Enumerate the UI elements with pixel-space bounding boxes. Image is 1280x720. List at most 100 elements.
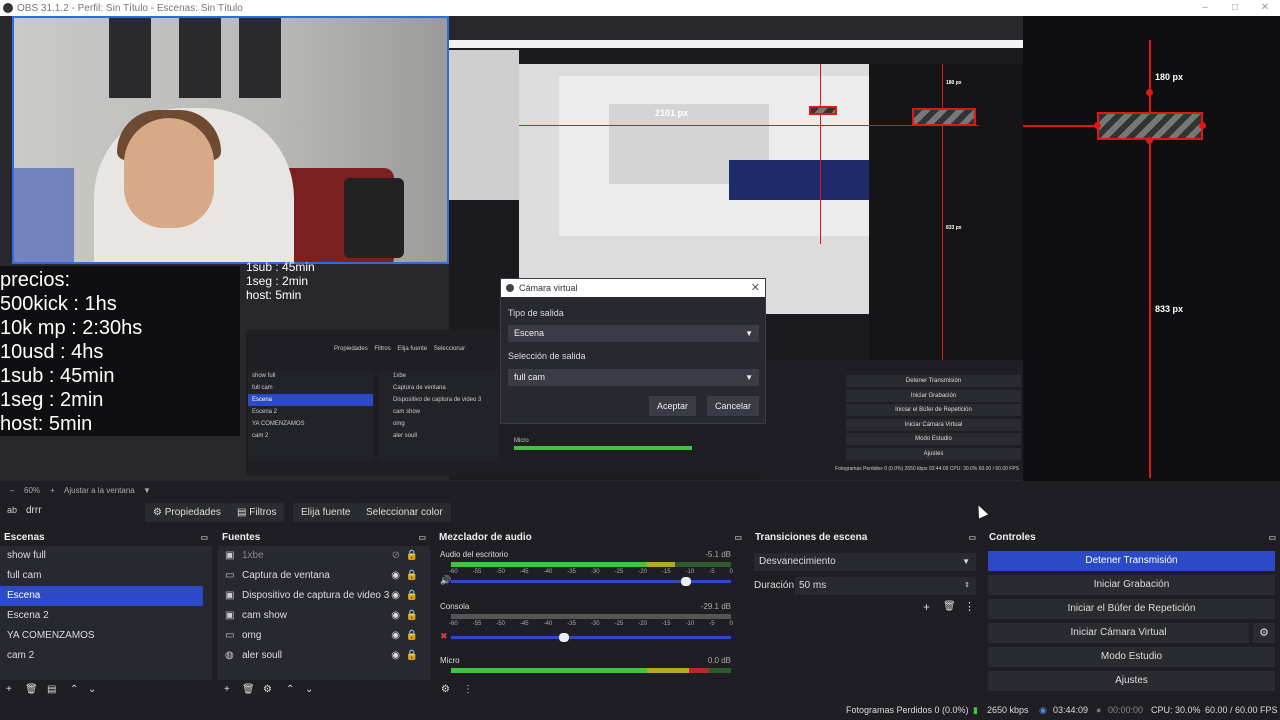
minimize-icon[interactable]: – xyxy=(1190,0,1220,16)
dock-menu-icon[interactable]: ▭ xyxy=(200,530,208,546)
settings-button[interactable]: Ajustes xyxy=(988,671,1275,691)
studio-mode-button[interactable]: Modo Estudio xyxy=(988,647,1275,667)
nested-scene: Escena xyxy=(248,394,373,406)
arrow-up-icon[interactable]: ⌃ xyxy=(70,680,78,700)
source-item[interactable]: ▣ 1xbe ⊘ 🔒 xyxy=(218,546,430,566)
output-selection-select[interactable]: full cam ▼ xyxy=(508,369,759,386)
zoom-in-icon[interactable]: + xyxy=(50,481,55,500)
scene-item[interactable]: show full xyxy=(0,546,212,566)
arrow-down-icon[interactable]: ⌄ xyxy=(305,680,313,700)
more-icon[interactable]: ⋮ xyxy=(463,680,473,700)
filters-icon[interactable]: ▤ xyxy=(47,680,56,700)
scene-item[interactable]: Escena 2 xyxy=(0,606,212,626)
zoom-fit-select[interactable]: Ajustar a la ventana xyxy=(64,481,135,500)
add-icon[interactable]: + xyxy=(923,600,930,614)
webcam-source[interactable] xyxy=(12,16,449,264)
lock-icon[interactable]: 🔒 xyxy=(406,606,418,626)
properties-label: Propiedades xyxy=(164,507,221,518)
speaker-icon[interactable]: 🔊 xyxy=(440,575,451,586)
eye-icon[interactable]: ◉ xyxy=(391,566,400,586)
meter-scale: -60 -55 -50 -45 -40 -35 -30 -25 -20 -15 -10 -5 0 xyxy=(449,621,733,627)
choose-source-button[interactable]: Elija fuente xyxy=(293,503,359,522)
nested-choose: Elija fuente xyxy=(397,346,428,352)
gear-icon[interactable]: ⚙ xyxy=(263,680,272,700)
sources-title: Fuentes xyxy=(222,532,261,543)
trash-icon[interactable]: 🗑 xyxy=(943,601,956,612)
scenes-list: show full full cam Escena Escena 2 YA CO… xyxy=(0,546,212,680)
cancel-button[interactable]: Cancelar xyxy=(707,396,760,416)
arrow-up-icon[interactable]: ⌃ xyxy=(286,680,294,700)
add-icon[interactable]: + xyxy=(6,680,12,700)
eye-hidden-icon[interactable]: ⊘ xyxy=(392,546,400,566)
select-color-button[interactable]: Seleccionar color xyxy=(358,503,451,522)
audio-mixer-dock: Mezclador de audio ▭ Audio del escritorio… xyxy=(435,530,746,700)
source-item[interactable]: ▣ cam show ◉ 🔒 xyxy=(218,606,430,626)
close-icon[interactable]: ✕ xyxy=(751,279,760,297)
replay-buffer-button[interactable]: Iniciar el Búfer de Repetición xyxy=(988,599,1275,619)
lock-icon[interactable]: 🔒 xyxy=(406,626,418,646)
dock-menu-icon[interactable]: ▭ xyxy=(418,530,426,546)
dock-menu-icon[interactable]: ▭ xyxy=(734,530,742,546)
add-icon[interactable]: + xyxy=(224,680,230,700)
chevron-down-icon[interactable]: ▼ xyxy=(143,481,151,500)
duration-input[interactable]: 50 ms ⇕ xyxy=(795,577,976,595)
signal-icon: ▮ xyxy=(973,705,978,715)
scale-tick-label: -30 xyxy=(590,621,600,627)
scene-item[interactable]: cam 2 xyxy=(0,646,212,666)
nested-source: Captura de ventana xyxy=(393,385,446,391)
accept-button[interactable]: Aceptar xyxy=(649,396,697,416)
volume-slider[interactable] xyxy=(451,633,731,642)
more-icon[interactable]: ⋮ xyxy=(964,600,975,613)
slider-knob[interactable] xyxy=(680,577,691,586)
scale-tick-label: -45 xyxy=(519,621,529,627)
trash-icon[interactable]: 🗑 xyxy=(25,680,38,700)
filters-button[interactable]: ▤ Filtros xyxy=(229,503,285,522)
channel-name: Consola xyxy=(440,602,470,611)
text-source-icon: ab xyxy=(7,505,18,515)
resize-handle-bottom[interactable] xyxy=(1146,137,1153,144)
properties-button[interactable]: ⚙ Propiedades xyxy=(145,503,229,522)
resize-handle-left[interactable] xyxy=(1094,122,1101,129)
eye-icon[interactable]: ◉ xyxy=(391,586,400,606)
resize-handle-right[interactable] xyxy=(1199,122,1206,129)
transition-select[interactable]: Desvanecimiento ▼ xyxy=(754,553,976,571)
scene-item-selected[interactable]: Escena xyxy=(0,586,203,606)
source-item[interactable]: ▭ omg ◉ 🔒 xyxy=(218,626,430,646)
start-recording-button[interactable]: Iniciar Grabación xyxy=(988,575,1275,595)
close-icon[interactable]: ✕ xyxy=(1250,0,1280,16)
mixer-title: Mezclador de audio xyxy=(439,532,532,543)
guide-handle[interactable] xyxy=(1146,89,1153,96)
source-item[interactable]: ▭ Captura de ventana ◉ 🔒 xyxy=(218,566,430,586)
gear-icon[interactable]: ⚙ xyxy=(441,680,450,700)
selected-source-box[interactable] xyxy=(1097,112,1203,140)
nested-control: Detener Transmisión xyxy=(846,375,1021,387)
lock-icon[interactable]: 🔒 xyxy=(406,586,418,606)
source-item[interactable]: ◍ aler soull ◉ 🔒 xyxy=(218,646,430,666)
nested-scene: cam 2 xyxy=(252,433,269,439)
stop-streaming-button[interactable]: Detener Transmisión xyxy=(988,551,1275,571)
trash-icon[interactable]: 🗑 xyxy=(242,680,255,700)
eye-icon[interactable]: ◉ xyxy=(391,626,400,646)
mute-icon[interactable]: ✖ xyxy=(440,631,448,642)
volume-slider[interactable] xyxy=(451,577,731,586)
source-item[interactable]: ▣ Dispositivo de captura de video 3 ◉ 🔒 xyxy=(218,586,430,606)
arrow-down-icon[interactable]: ⌄ xyxy=(88,680,96,700)
dock-menu-icon[interactable]: ▭ xyxy=(1268,530,1276,546)
stepper-icon[interactable]: ⇕ xyxy=(964,577,970,595)
output-type-select[interactable]: Escena ▼ xyxy=(508,325,759,342)
gear-icon[interactable]: ⚙ xyxy=(1253,623,1275,643)
zoom-out-icon[interactable]: – xyxy=(10,481,14,500)
scene-item[interactable]: YA COMENZAMOS xyxy=(0,626,212,646)
lock-icon[interactable]: 🔒 xyxy=(406,546,418,566)
lock-icon[interactable]: 🔒 xyxy=(406,566,418,586)
eye-icon[interactable]: ◉ xyxy=(391,606,400,626)
eye-icon[interactable]: ◉ xyxy=(391,646,400,666)
dock-menu-icon[interactable]: ▭ xyxy=(968,530,976,546)
slider-knob[interactable] xyxy=(559,633,569,642)
lock-icon[interactable]: 🔒 xyxy=(406,646,418,666)
maximize-icon[interactable]: □ xyxy=(1220,0,1250,16)
nested-scene: Escena 2 xyxy=(252,409,278,415)
channel-db: -29.1 dB xyxy=(700,602,731,611)
scene-item[interactable]: full cam xyxy=(0,566,212,586)
virtual-camera-button[interactable]: Iniciar Cámara Virtual xyxy=(988,623,1249,643)
